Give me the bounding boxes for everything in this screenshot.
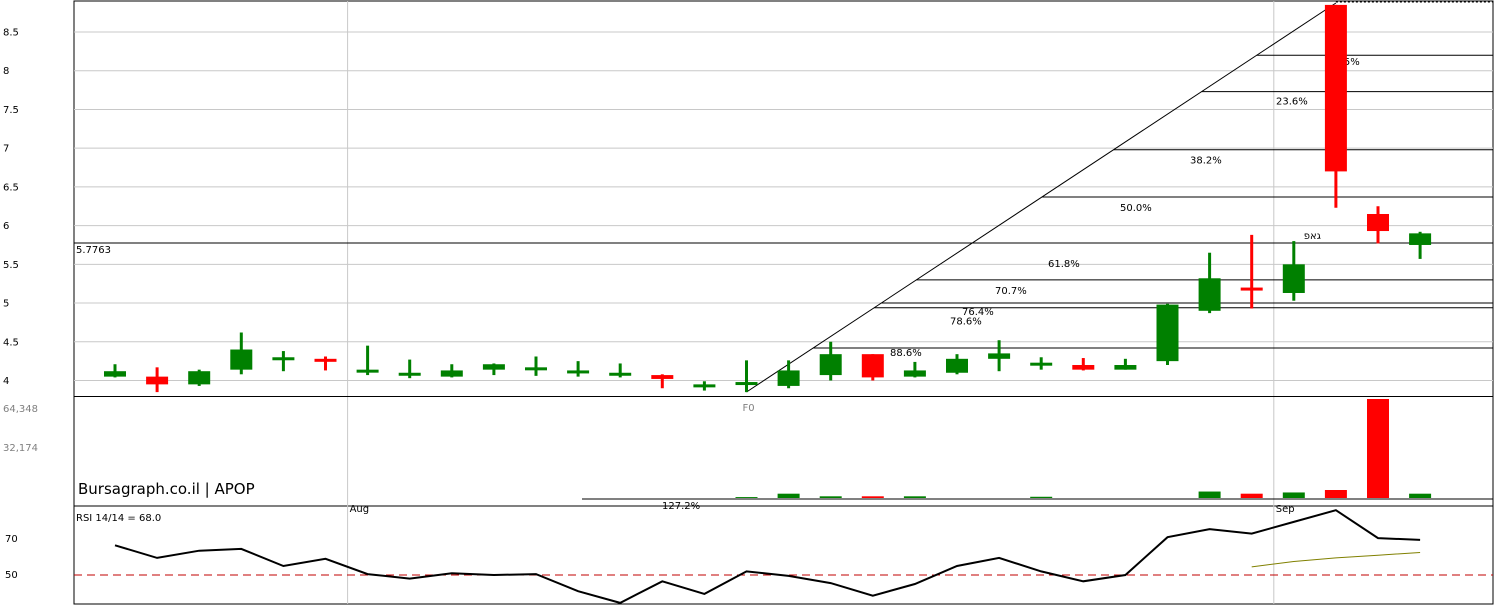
candle-body	[1030, 362, 1053, 366]
candle-body	[1072, 365, 1095, 370]
candle-body	[567, 370, 590, 374]
candle-body	[356, 369, 379, 373]
candle-body	[1240, 287, 1263, 291]
volume-bar	[1240, 493, 1263, 498]
candle-body	[230, 349, 253, 370]
watermark-text: Bursagraph.co.il | APOP	[78, 480, 255, 498]
volume-tick-label: 64,348	[3, 404, 38, 415]
candle-body	[482, 364, 505, 370]
fib-f0-label: F0	[743, 403, 755, 414]
candle-body	[1156, 304, 1179, 362]
fib-level-label: 78.6%	[950, 317, 982, 328]
candle-body	[314, 358, 337, 362]
candle-body	[104, 371, 126, 377]
candle-body	[861, 354, 884, 378]
fib-level-label: 23.6%	[1276, 97, 1308, 108]
candle-body	[398, 372, 421, 376]
fib-level-label: 61.8%	[1048, 259, 1080, 270]
candle-body	[777, 370, 800, 386]
volume-bar	[777, 493, 800, 498]
price-tick-label: 5.5	[3, 260, 19, 271]
candle-body	[819, 354, 842, 376]
volume-bar	[861, 496, 884, 498]
fib-low-label: 5.7763	[76, 245, 111, 256]
fib-level-label: 38.2%	[1190, 156, 1222, 167]
volume-bar	[1324, 489, 1347, 498]
candle-body	[146, 376, 169, 385]
candle-body	[1114, 365, 1137, 370]
volume-bar	[1367, 399, 1389, 498]
candle-body	[651, 375, 674, 379]
candle-body	[188, 371, 211, 385]
fib-level-label: 88.6%	[890, 348, 922, 359]
fib-trend-line	[746, 2, 1337, 393]
candle-body	[1198, 278, 1221, 311]
volume-bar	[1409, 493, 1432, 498]
rsi-ma-line	[1251, 552, 1421, 568]
candle-body	[903, 370, 926, 377]
volume-bar	[1030, 496, 1053, 498]
volume-bar	[1198, 491, 1221, 498]
candle-body	[1367, 213, 1389, 232]
rsi-title: RSI 14/14 = 68.0	[76, 513, 161, 524]
candle-body	[525, 367, 547, 371]
gap-annotation: גאפ	[1304, 231, 1321, 242]
stock-chart: 44.555.566.577.588.5AugSep5070F05.776314…	[0, 0, 1496, 606]
volume-tick-label: 32,174	[3, 443, 38, 454]
candle-body	[946, 358, 968, 373]
price-tick-label: 4	[3, 376, 9, 387]
candle-body	[693, 384, 716, 388]
price-tick-label: 8	[3, 66, 9, 77]
candle-body	[1324, 4, 1347, 172]
rsi-tick-label: 50	[5, 570, 18, 581]
price-tick-label: 5	[3, 299, 9, 310]
price-tick-label: 6.5	[3, 182, 19, 193]
candle-body	[440, 370, 463, 377]
fib-level-label: 70.7%	[995, 286, 1027, 297]
chart-svg: 44.555.566.577.588.5AugSep5070F05.776314…	[3, 0, 1494, 605]
volume-bar	[819, 496, 842, 498]
candle-body	[1409, 233, 1432, 245]
candle-body	[609, 372, 632, 376]
rsi-line	[114, 509, 1421, 604]
price-tick-label: 6	[3, 221, 9, 232]
price-tick-label: 8.5	[3, 28, 19, 39]
fib-level-label: 50.0%	[1120, 203, 1152, 214]
candle-body	[988, 353, 1011, 359]
price-tick-label: 4.5	[3, 337, 19, 348]
volume-bar	[1282, 492, 1305, 498]
candle-body	[1282, 264, 1305, 293]
fib-level-label: 127.2%	[662, 501, 700, 512]
volume-bar	[903, 496, 926, 498]
price-tick-label: 7	[3, 144, 9, 155]
candle-body	[272, 357, 295, 361]
price-tick-label: 7.5	[3, 105, 19, 116]
month-label: Aug	[350, 504, 370, 515]
volume-bar	[735, 497, 758, 498]
rsi-tick-label: 70	[5, 534, 18, 545]
candle-body	[735, 382, 758, 386]
month-label: Sep	[1276, 504, 1295, 515]
